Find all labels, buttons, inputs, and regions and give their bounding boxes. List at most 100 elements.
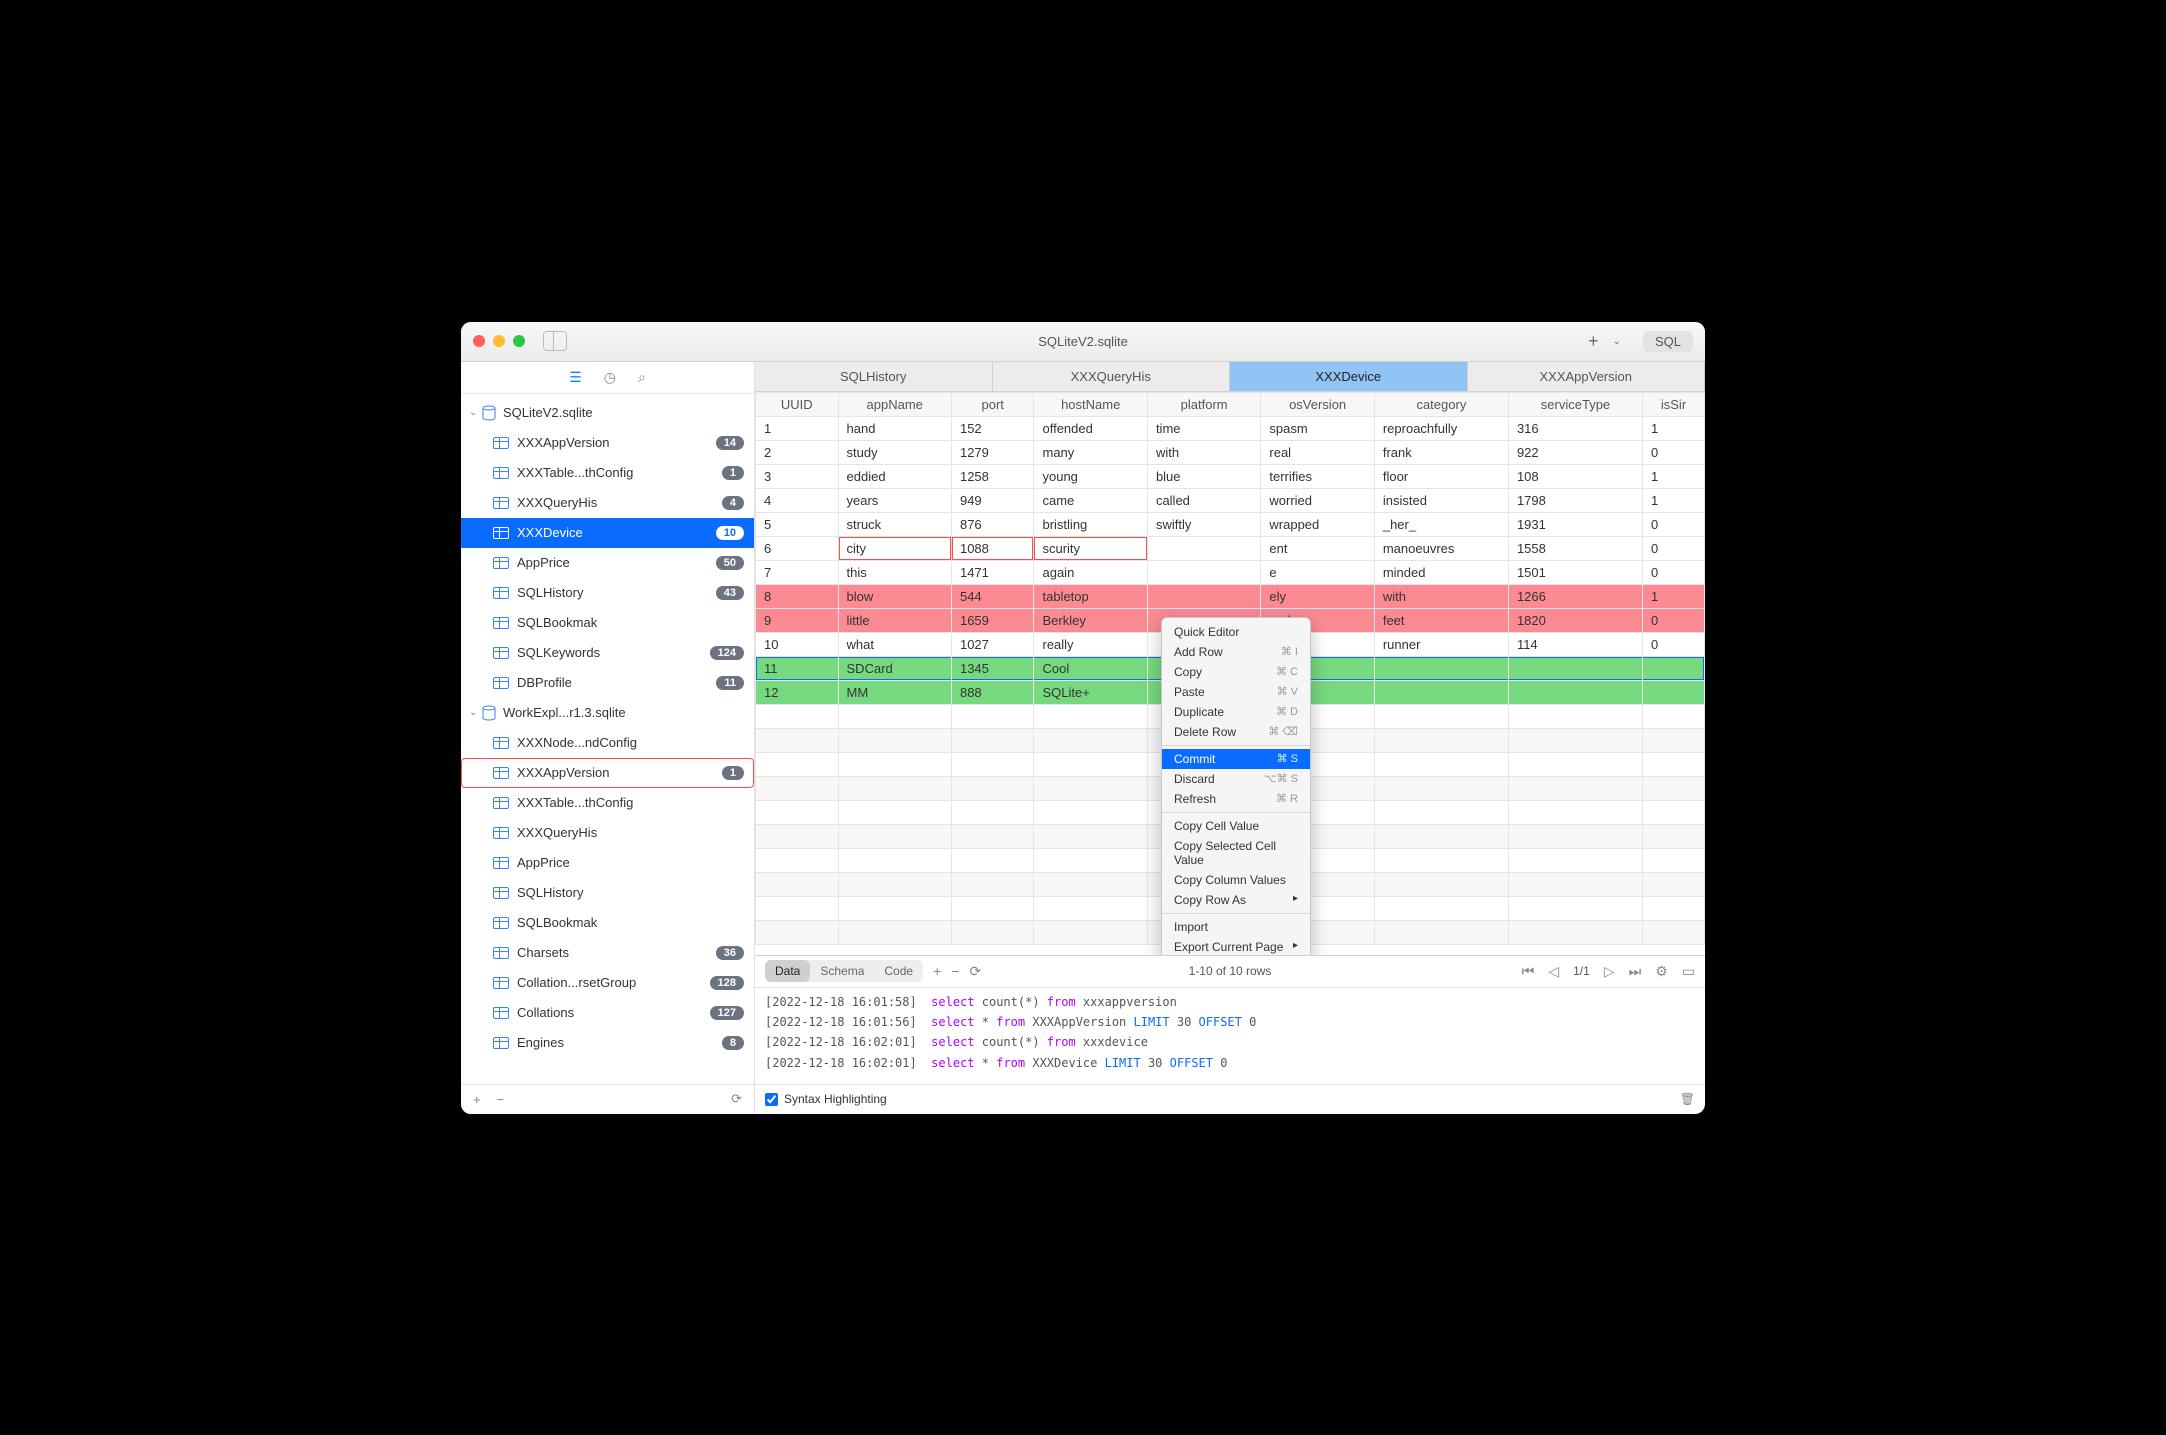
ctx-copy-column-values[interactable]: Copy Column Values <box>1162 870 1310 890</box>
cell[interactable]: 1558 <box>1508 536 1642 560</box>
table-row[interactable]: SQLHistory43 <box>461 578 754 608</box>
cell[interactable]: 876 <box>951 512 1034 536</box>
data-row[interactable]: 8blow544tabletopelywith12661 <box>756 584 1705 608</box>
cell[interactable]: 1266 <box>1508 584 1642 608</box>
search-icon[interactable]: ⌕ <box>638 369 646 386</box>
data-row[interactable]: 2study1279manywithrealfrank9220 <box>756 440 1705 464</box>
db-row[interactable]: ⌄SQLiteV2.sqlite <box>461 398 754 428</box>
tab-sqlhistory[interactable]: SQLHistory <box>755 362 993 391</box>
cell[interactable]: 12 <box>756 680 839 704</box>
cell[interactable] <box>1147 536 1260 560</box>
cell[interactable]: 1 <box>1643 416 1705 440</box>
cell[interactable]: this <box>838 560 951 584</box>
ctx-copy-selected-cell-value[interactable]: Copy Selected Cell Value <box>1162 836 1310 870</box>
data-row[interactable]: 4years949camecalledworriedinsisted17981 <box>756 488 1705 512</box>
cell[interactable]: 10 <box>756 632 839 656</box>
table-row[interactable]: SQLBookmak <box>461 608 754 638</box>
cell[interactable]: study <box>838 440 951 464</box>
cell[interactable]: 1 <box>756 416 839 440</box>
data-row[interactable]: 6city1088scurityentmanoeuvres15580 <box>756 536 1705 560</box>
ctx-copy-row-as[interactable]: Copy Row As▸ <box>1162 890 1310 910</box>
refresh-grid-icon[interactable]: ⟳ <box>969 963 981 980</box>
syntax-checkbox[interactable] <box>765 1093 778 1106</box>
cell[interactable]: with <box>1147 440 1260 464</box>
table-row[interactable]: Collations127 <box>461 998 754 1028</box>
chevron-down-icon[interactable]: ⌄ <box>1613 336 1621 347</box>
col-header[interactable]: port <box>951 392 1034 416</box>
cell[interactable]: 2 <box>756 440 839 464</box>
cell[interactable]: bristling <box>1034 512 1147 536</box>
cell[interactable]: Berkley <box>1034 608 1147 632</box>
delete-row-icon[interactable]: − <box>951 963 959 979</box>
table-row[interactable]: XXXNode...ndConfig <box>461 728 754 758</box>
sql-mode-pill[interactable]: SQL <box>1643 331 1693 352</box>
cell[interactable]: again <box>1034 560 1147 584</box>
cell[interactable]: blow <box>838 584 951 608</box>
remove-icon[interactable]: − <box>497 1092 505 1107</box>
trash-icon[interactable]: 🗑 <box>1680 1092 1695 1106</box>
data-row[interactable]: 5struck876bristlingswiftlywrapped_her_19… <box>756 512 1705 536</box>
col-header[interactable]: hostName <box>1034 392 1147 416</box>
zoom-icon[interactable] <box>513 335 525 347</box>
cell[interactable]: spasm <box>1261 416 1374 440</box>
cell[interactable]: what <box>838 632 951 656</box>
cell[interactable]: _her_ <box>1374 512 1508 536</box>
cell[interactable]: little <box>838 608 951 632</box>
cell[interactable]: city <box>838 536 951 560</box>
cell[interactable]: 1088 <box>951 536 1034 560</box>
cell[interactable]: 6 <box>756 536 839 560</box>
cell[interactable]: worried <box>1261 488 1374 512</box>
cell[interactable]: Cool <box>1034 656 1147 680</box>
table-row[interactable]: Engines8 <box>461 1028 754 1058</box>
table-row[interactable]: SQLBookmak <box>461 908 754 938</box>
cell[interactable]: wrapped <box>1261 512 1374 536</box>
cell[interactable]: ent <box>1261 536 1374 560</box>
col-header[interactable]: category <box>1374 392 1508 416</box>
cell[interactable]: 1471 <box>951 560 1034 584</box>
cell[interactable] <box>1508 656 1642 680</box>
cell[interactable]: runner <box>1374 632 1508 656</box>
ctx-paste[interactable]: Paste⌘ V <box>1162 682 1310 702</box>
cell[interactable]: 4 <box>756 488 839 512</box>
cell[interactable]: eddied <box>838 464 951 488</box>
cell[interactable]: hand <box>838 416 951 440</box>
history-icon[interactable]: ◷ <box>604 369 616 386</box>
minimize-icon[interactable] <box>493 335 505 347</box>
cell[interactable]: 1501 <box>1508 560 1642 584</box>
ctx-refresh[interactable]: Refresh⌘ R <box>1162 789 1310 809</box>
cell[interactable] <box>1643 680 1705 704</box>
cell[interactable]: terrifies <box>1261 464 1374 488</box>
cell[interactable]: 11 <box>756 656 839 680</box>
cell[interactable] <box>1643 656 1705 680</box>
cell[interactable]: 1345 <box>951 656 1034 680</box>
cell[interactable]: real <box>1261 440 1374 464</box>
close-icon[interactable] <box>473 335 485 347</box>
cell[interactable]: manoeuvres <box>1374 536 1508 560</box>
col-header[interactable]: serviceType <box>1508 392 1642 416</box>
table-row[interactable]: XXXTable...thConfig1 <box>461 458 754 488</box>
tab-xxxqueryhis[interactable]: XXXQueryHis <box>993 362 1231 391</box>
table-row[interactable]: XXXTable...thConfig <box>461 788 754 818</box>
ctx-commit[interactable]: Commit⌘ S <box>1162 749 1310 769</box>
cell[interactable]: 8 <box>756 584 839 608</box>
table-row[interactable]: AppPrice <box>461 848 754 878</box>
tab-xxxappversion[interactable]: XXXAppVersion <box>1468 362 1706 391</box>
cell[interactable]: came <box>1034 488 1147 512</box>
cell[interactable]: really <box>1034 632 1147 656</box>
table-row[interactable]: Collation...rsetGroup128 <box>461 968 754 998</box>
cell[interactable]: with <box>1374 584 1508 608</box>
cell[interactable]: 7 <box>756 560 839 584</box>
cell[interactable] <box>1147 560 1260 584</box>
table-row[interactable]: XXXAppVersion14 <box>461 428 754 458</box>
refresh-icon[interactable]: ⟳ <box>731 1091 742 1107</box>
ctx-import[interactable]: Import <box>1162 917 1310 937</box>
cell[interactable]: 152 <box>951 416 1034 440</box>
ctx-duplicate[interactable]: Duplicate⌘ D <box>1162 702 1310 722</box>
cell[interactable]: 1 <box>1643 584 1705 608</box>
cell[interactable] <box>1374 656 1508 680</box>
cell[interactable]: 1027 <box>951 632 1034 656</box>
ctx-delete-row[interactable]: Delete Row⌘ ⌫ <box>1162 722 1310 742</box>
cell[interactable]: 0 <box>1643 608 1705 632</box>
cell[interactable]: 1279 <box>951 440 1034 464</box>
cell[interactable]: 888 <box>951 680 1034 704</box>
